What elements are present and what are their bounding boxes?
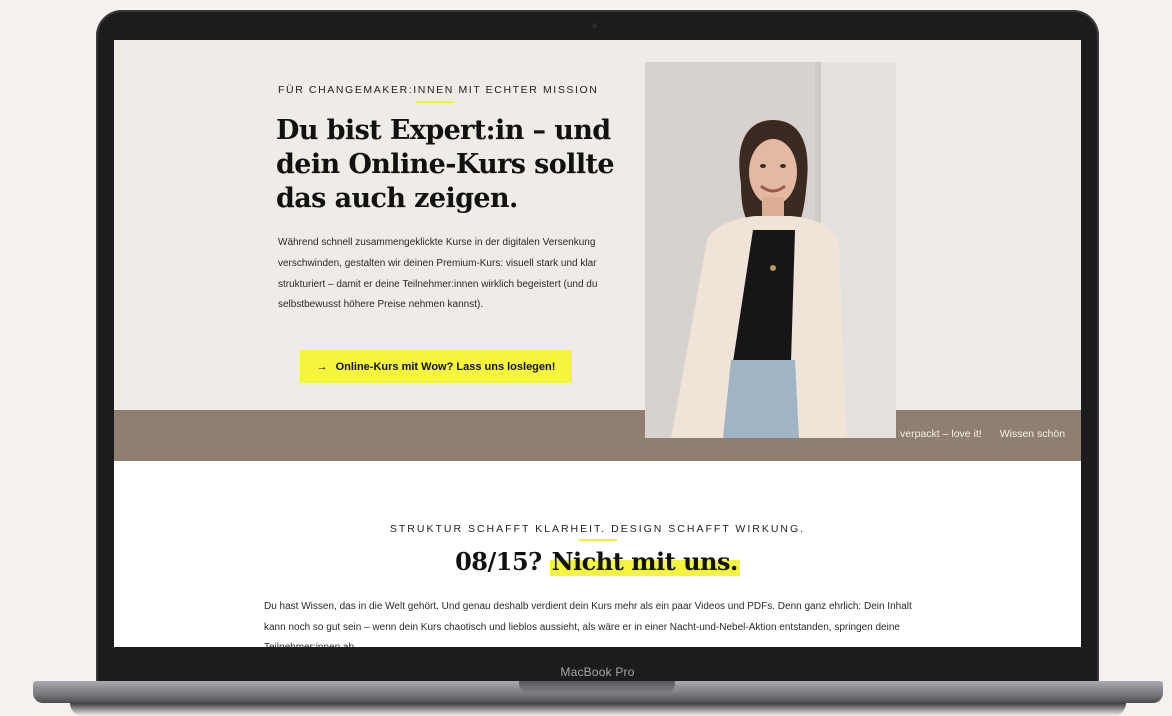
section-title-highlight: Nicht mit uns. [549, 547, 740, 576]
laptop-shadow [70, 703, 1126, 716]
eyebrow-accent-line [416, 101, 454, 103]
website-screen: FÜR CHANGEMAKER:INNEN MIT ECHTER MISSION… [114, 40, 1081, 647]
ticker-item: verpackt – love it! [900, 428, 982, 440]
ticker-text: verpackt – love it! Wissen schön [900, 428, 1065, 440]
cta-label: Online-Kurs mit Wow? Lass uns loslegen! [335, 360, 556, 373]
device-label: MacBook Pro [560, 665, 635, 679]
hero-body-text: Während schnell zusammengeklickte Kurse … [278, 237, 598, 311]
section-title: 08/15? Nicht mit uns. [114, 547, 1081, 576]
cta-button[interactable]: → Online-Kurs mit Wow? Lass uns loslegen… [300, 350, 572, 383]
arrow-right-icon: → [316, 360, 328, 373]
section-accent-line [579, 539, 617, 541]
ticker-item: Wissen schön [999, 428, 1066, 440]
laptop-hinge-notch [519, 681, 675, 693]
hero-eyebrow: FÜR CHANGEMAKER:INNEN MIT ECHTER MISSION [278, 84, 599, 96]
camera [592, 23, 597, 28]
section-body-text: Du hast Wissen, das in die Welt gehört. … [264, 601, 912, 647]
hero-headline: Du bist Expert:in – und dein Online-Kurs… [276, 115, 615, 214]
section-title-prefix: 08/15? [455, 547, 542, 576]
portrait-photo [645, 62, 896, 438]
section-eyebrow: STRUKTUR SCHAFFT KLARHEIT. DESIGN SCHAFF… [389, 523, 806, 535]
